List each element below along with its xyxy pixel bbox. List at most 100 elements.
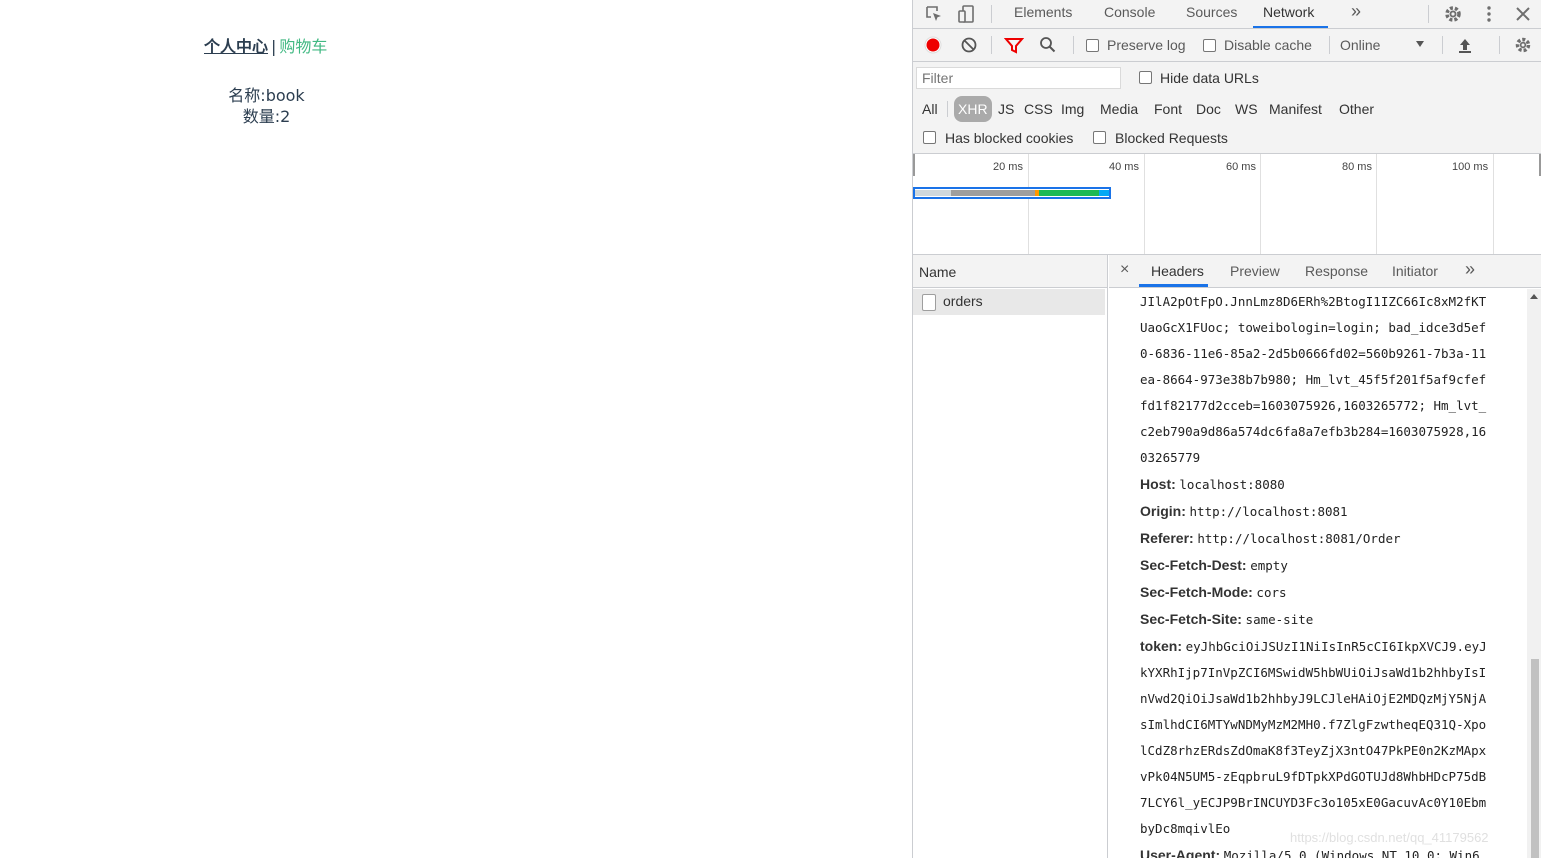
tick-label: 100 ms <box>1452 161 1489 173</box>
import-har-icon[interactable] <box>1456 36 1474 54</box>
tab-headers[interactable]: Headers <box>1151 263 1204 279</box>
network-overview[interactable]: 20 ms 40 ms 60 ms 80 ms 100 ms <box>913 154 1541 255</box>
chevron-down-icon[interactable] <box>1416 41 1424 47</box>
type-filter-other[interactable]: Other <box>1336 96 1377 122</box>
grid-line <box>1144 154 1145 254</box>
type-filter-js[interactable]: JS <box>995 96 1017 122</box>
header-value: localhost:8080 <box>1179 477 1285 492</box>
header-sec-fetch-dest: Sec-Fetch-Dest: empty <box>1140 552 1525 579</box>
filter-icon[interactable] <box>1003 36 1025 54</box>
type-filter-font[interactable]: Font <box>1151 96 1185 122</box>
token-value-line: nVwd2QiOiJsaWd1b2hhbyJ9LCJleHAiOjE2MDQzM… <box>1140 691 1487 706</box>
has-blocked-cookies-label: Has blocked cookies <box>945 130 1074 146</box>
scrollbar-thumb[interactable] <box>1531 659 1539 858</box>
preserve-log-checkbox[interactable] <box>1086 39 1099 52</box>
record-icon[interactable] <box>924 36 942 54</box>
nav-link-cart[interactable]: 购物车 <box>279 37 327 56</box>
header-name: Sec-Fetch-Dest: <box>1140 557 1247 573</box>
request-timing-bar <box>913 187 1111 199</box>
search-icon[interactable] <box>1039 36 1057 54</box>
tab-preview[interactable]: Preview <box>1230 263 1280 279</box>
header-name: Referer: <box>1140 530 1194 546</box>
header-token: token: eyJhbGciOiJSUzI1NiIsInR5cCI6IkpXV… <box>1140 633 1525 660</box>
device-toolbar-icon[interactable] <box>956 3 978 25</box>
type-filter-ws[interactable]: WS <box>1232 96 1261 122</box>
hide-data-urls-checkbox[interactable] <box>1139 71 1152 84</box>
header-name: token: <box>1140 638 1182 654</box>
grid-line <box>1493 154 1494 254</box>
app-nav: 个人中心 | 购物车 <box>204 33 327 57</box>
file-icon <box>922 294 936 311</box>
blocked-requests-label: Blocked Requests <box>1115 130 1228 146</box>
request-row-orders[interactable]: orders <box>913 289 1105 315</box>
cart-item: 名称:book 数量:2 <box>200 85 333 127</box>
divider <box>991 5 992 23</box>
disable-cache-label: Disable cache <box>1224 37 1312 53</box>
watermark: https://blog.csdn.net/qq_41179562 <box>1290 830 1489 845</box>
header-sec-fetch-mode: Sec-Fetch-Mode: cors <box>1140 579 1525 606</box>
grid-line <box>1260 154 1261 254</box>
type-filter-doc[interactable]: Doc <box>1193 96 1224 122</box>
tick-label: 40 ms <box>1109 161 1139 173</box>
headers-scrollbar[interactable] <box>1527 289 1541 858</box>
header-name: User-Agent: <box>1140 847 1221 858</box>
clear-icon[interactable] <box>960 36 978 54</box>
cookie-value-line: UaoGcX1FUoc; toweibologin=login; bad_idc… <box>1140 320 1487 335</box>
tab-elements[interactable]: Elements <box>1010 0 1076 28</box>
header-name: Host: <box>1140 476 1176 492</box>
header-value: cors <box>1256 585 1287 600</box>
nav-link-personal-center[interactable]: 个人中心 <box>204 37 268 56</box>
type-filter-img[interactable]: Img <box>1058 96 1087 122</box>
nav-separator: | <box>271 37 277 56</box>
tab-response[interactable]: Response <box>1305 263 1368 279</box>
network-toolbar: Preserve log Disable cache Online <box>913 29 1541 62</box>
tab-sources[interactable]: Sources <box>1182 0 1241 28</box>
devtools-tabbar: Elements Console Sources Network » <box>913 0 1541 29</box>
tab-initiator[interactable]: Initiator <box>1392 263 1438 279</box>
inspect-element-icon[interactable] <box>923 3 945 25</box>
divider <box>1073 36 1074 54</box>
item-quantity: 数量:2 <box>242 107 291 126</box>
settings-icon[interactable] <box>1442 3 1464 25</box>
type-filter-manifest[interactable]: Manifest <box>1266 96 1325 122</box>
divider <box>947 101 948 117</box>
tick-label: 20 ms <box>993 161 1023 173</box>
tab-console[interactable]: Console <box>1100 0 1159 28</box>
close-detail-icon[interactable]: × <box>1120 261 1129 279</box>
more-detail-tabs-button[interactable]: » <box>1465 259 1475 280</box>
type-filter-media[interactable]: Media <box>1097 96 1141 122</box>
throttling-select[interactable]: Online <box>1340 37 1380 53</box>
header-host: Host: localhost:8080 <box>1140 471 1525 498</box>
blocked-requests-checkbox[interactable] <box>1093 131 1106 144</box>
type-filter-xhr[interactable]: XHR <box>954 96 992 122</box>
close-devtools-icon[interactable] <box>1512 3 1534 25</box>
scroll-up-icon[interactable] <box>1530 294 1538 299</box>
tick-label: 80 ms <box>1342 161 1372 173</box>
cookie-value-line: fd1f82177d2cceb=1603075926,1603265772; H… <box>1140 398 1487 413</box>
has-blocked-cookies-checkbox[interactable] <box>923 131 936 144</box>
app-page: 个人中心 | 购物车 名称:book 数量:2 <box>0 0 912 858</box>
type-filter-css[interactable]: CSS <box>1021 96 1056 122</box>
token-value-line: kYXRhIjp7InVpZCI6MSwidW5hbWUiOiJsaWd1b2h… <box>1140 665 1487 680</box>
name-column-header[interactable]: Name <box>913 255 1107 288</box>
tab-network[interactable]: Network <box>1253 0 1329 28</box>
cookie-value-line: 03265779 <box>1140 450 1201 465</box>
kebab-menu-icon[interactable] <box>1478 3 1500 25</box>
divider <box>1329 36 1330 54</box>
token-value-line: sImlhdCI6MTYwNDMyMzM2MH0.f7ZlgFzwtheqEQ3… <box>1140 717 1487 732</box>
header-value: http://localhost:8081 <box>1189 504 1348 519</box>
grid-line <box>1028 154 1029 254</box>
cookie-value-line: ea-8664-973e38b7b980; Hm_lvt_45f5f201f5a… <box>1140 372 1487 387</box>
overview-handle-left[interactable] <box>913 154 915 176</box>
header-value: empty <box>1250 558 1288 573</box>
preserve-log-label: Preserve log <box>1107 37 1186 53</box>
network-settings-icon[interactable] <box>1513 35 1533 55</box>
filter-input[interactable] <box>916 67 1121 89</box>
token-value-line: lCdZ8rhzERdsZdOmaK8f3TeyZjX3ntO47PkPE0n2… <box>1140 743 1487 758</box>
token-value-line: vPk04N5UM5-zEqpbruL9fDTpkXPdGOTUJd8WhbHD… <box>1140 769 1487 784</box>
more-tabs-button[interactable]: » <box>1347 0 1365 28</box>
request-detail-panel: × Headers Preview Response Initiator » J… <box>1109 255 1541 858</box>
disable-cache-checkbox[interactable] <box>1203 39 1216 52</box>
type-filter-all[interactable]: All <box>919 96 941 122</box>
request-name: orders <box>943 293 983 309</box>
